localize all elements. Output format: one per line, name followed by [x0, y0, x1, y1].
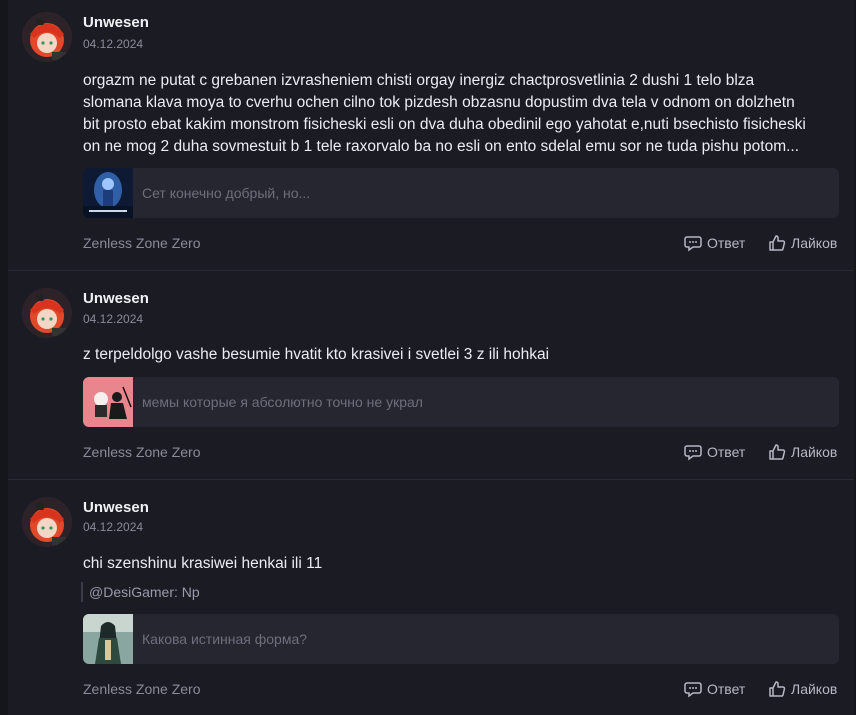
comment-text: orgazm ne putat c grebanen izvrasheniem …: [83, 72, 806, 155]
post-date: 04.12.2024: [83, 312, 144, 326]
game-tag[interactable]: Zenless Zone Zero: [83, 444, 201, 460]
like-label: Лайков: [791, 444, 838, 460]
link-thumbnail: [83, 614, 133, 664]
comment-feed: Unwesen 04.12.2024 orgazm ne putat c gre…: [0, 0, 856, 715]
post-date: 04.12.2024: [83, 520, 144, 534]
comment-bubble-icon: [684, 234, 702, 252]
link-title: Сет конечно добрый, но...: [142, 185, 311, 201]
comment-card: Unwesen 04.12.2024 chi szenshinu krasiwe…: [8, 480, 854, 715]
link-preview-card[interactable]: мемы которые я абсолютно точно не украл: [83, 377, 839, 427]
comment-bubble-icon: [684, 680, 702, 698]
link-title: мемы которые я абсолютно точно не украл: [142, 394, 423, 410]
reply-button[interactable]: Ответ: [684, 234, 745, 252]
comment-text: z terpeldolgo vashe besumie hvatit kto k…: [83, 346, 550, 363]
like-button[interactable]: Лайков: [768, 443, 837, 461]
like-label: Лайков: [791, 235, 838, 251]
comment-card: Unwesen 04.12.2024 orgazm ne putat c gre…: [8, 0, 854, 271]
game-tag[interactable]: Zenless Zone Zero: [83, 681, 201, 697]
reply-button[interactable]: Ответ: [684, 443, 745, 461]
thumbs-up-icon: [768, 234, 786, 252]
link-title: Какова истинная форма?: [142, 631, 308, 647]
avatar[interactable]: [22, 288, 72, 338]
author-name[interactable]: Unwesen: [83, 290, 149, 307]
link-thumbnail: [83, 168, 133, 218]
like-button[interactable]: Лайков: [768, 234, 837, 252]
comment-text: chi szenshinu krasiwei henkai ili 11: [83, 555, 323, 572]
thumbs-up-icon: [768, 443, 786, 461]
avatar[interactable]: [22, 497, 72, 547]
reply-quote: @DesiGamer: Np: [81, 582, 200, 602]
link-preview-card[interactable]: Какова истинная форма?: [83, 614, 839, 664]
reply-label: Ответ: [707, 681, 746, 697]
reply-button[interactable]: Ответ: [684, 680, 745, 698]
link-thumbnail: [83, 377, 133, 427]
post-date: 04.12.2024: [83, 37, 144, 51]
comment-card: Unwesen 04.12.2024 z terpeldolgo vashe b…: [8, 271, 854, 480]
reply-label: Ответ: [707, 444, 746, 460]
like-button[interactable]: Лайков: [768, 680, 837, 698]
game-tag[interactable]: Zenless Zone Zero: [83, 235, 201, 251]
reply-label: Ответ: [707, 235, 746, 251]
comment-bubble-icon: [684, 443, 702, 461]
like-label: Лайков: [791, 681, 838, 697]
link-preview-card[interactable]: Сет конечно добрый, но...: [83, 168, 839, 218]
thumbs-up-icon: [768, 680, 786, 698]
author-name[interactable]: Unwesen: [83, 14, 149, 31]
author-name[interactable]: Unwesen: [83, 499, 149, 516]
avatar[interactable]: [22, 12, 72, 62]
